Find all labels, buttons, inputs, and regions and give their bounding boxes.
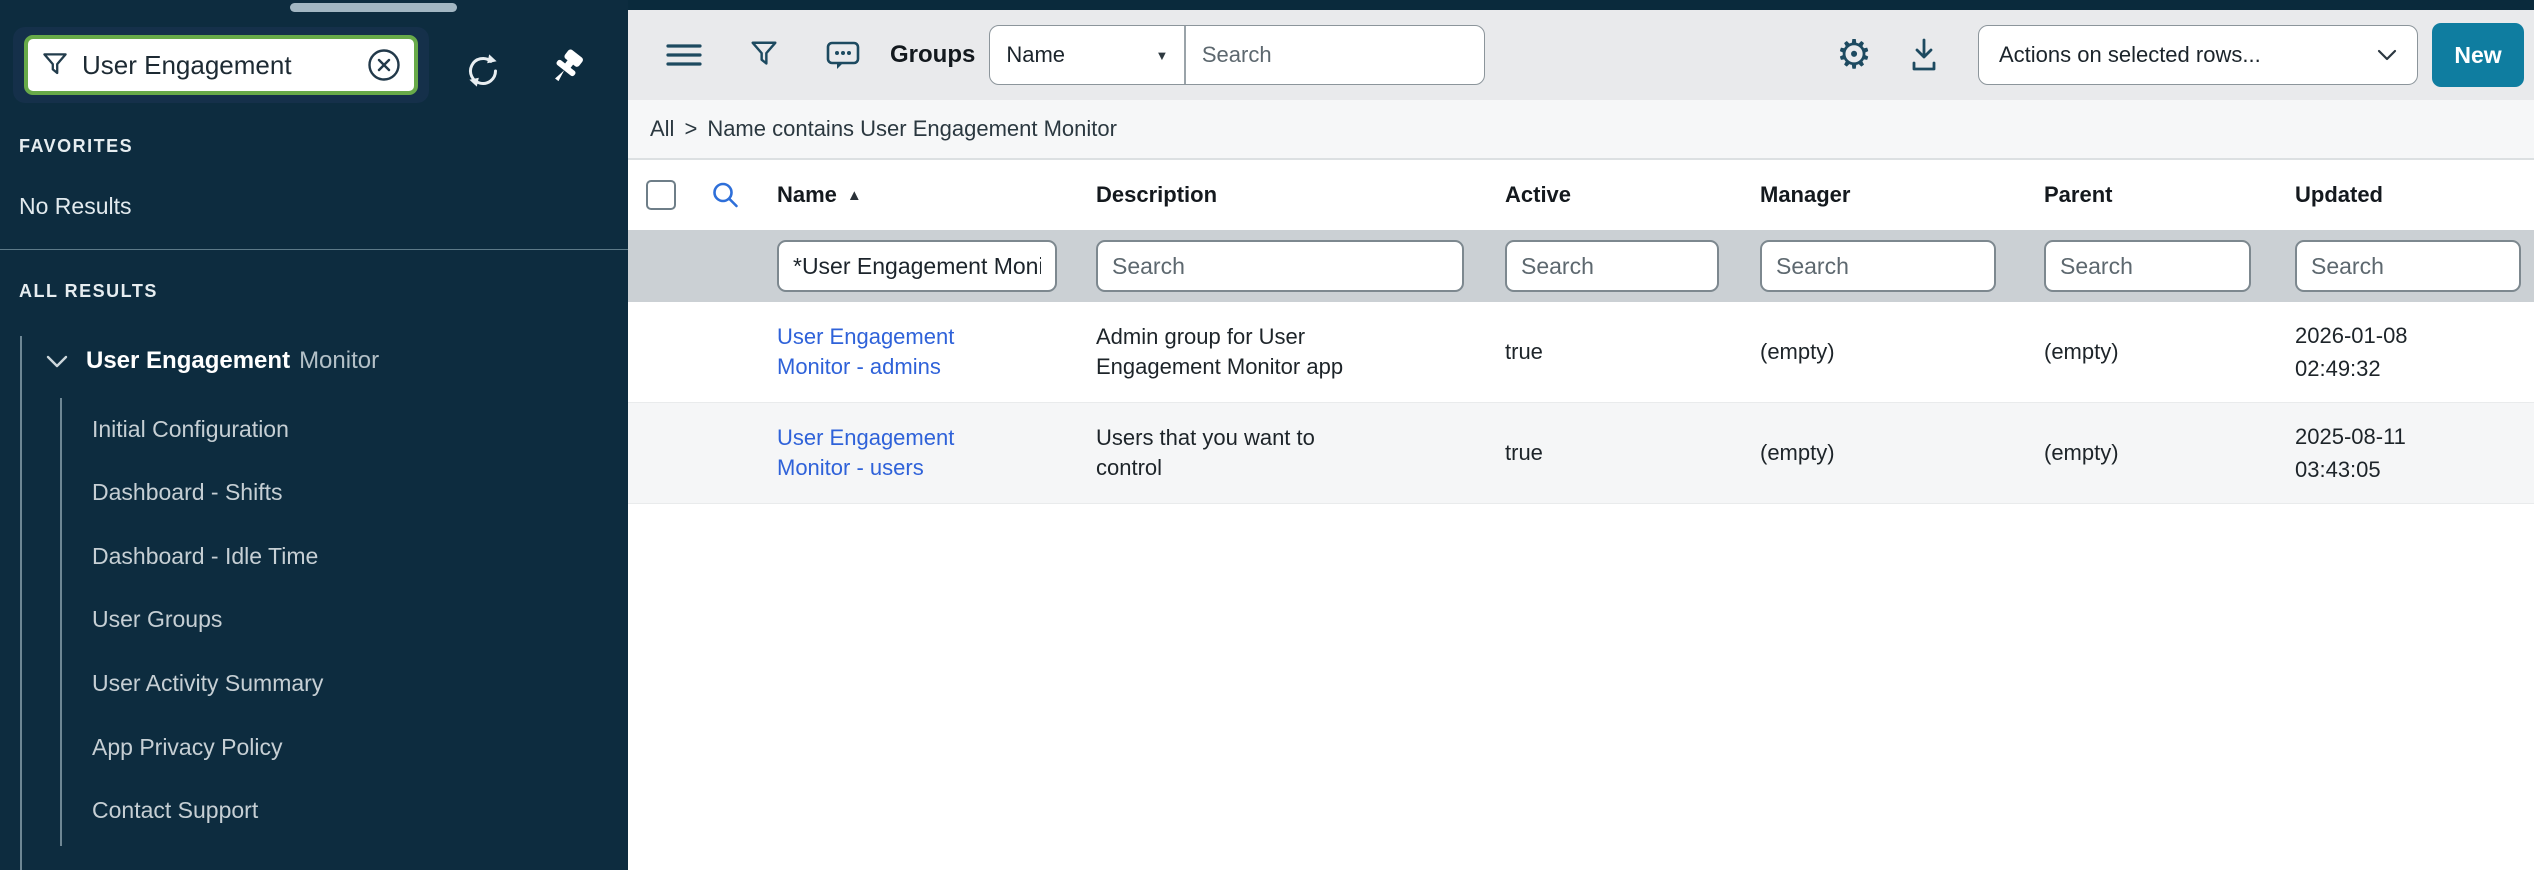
column-header-name[interactable]: Name ▲ xyxy=(777,182,1096,208)
sidebar-panel: FAVORITES No Results ALL RESULTS User En… xyxy=(0,0,628,870)
column-header-active[interactable]: Active xyxy=(1505,182,1760,208)
filter-input-description[interactable] xyxy=(1096,240,1464,292)
breadcrumb: All > Name contains User Engagement Moni… xyxy=(628,100,2534,160)
funnel-icon xyxy=(40,49,70,81)
table-row: User Engagement Monitor - admins Admin g… xyxy=(628,302,2534,403)
select-all-checkbox[interactable] xyxy=(646,180,676,210)
favorites-empty-text: No Results xyxy=(19,193,131,220)
group-name-link[interactable]: User Engagement Monitor - users xyxy=(777,423,992,482)
filter-input-name[interactable] xyxy=(777,240,1057,292)
sidebar-item-dashboard-idle-time[interactable]: Dashboard - Idle Time xyxy=(92,543,318,570)
list-search-input[interactable] xyxy=(1186,42,1485,68)
scrollbar-thumb[interactable] xyxy=(290,3,457,12)
breadcrumb-filter-condition[interactable]: Name contains User Engagement Monitor xyxy=(707,116,1117,142)
sidebar-divider xyxy=(0,249,628,250)
sidebar-item-initial-configuration[interactable]: Initial Configuration xyxy=(92,416,289,443)
filter-input-active[interactable] xyxy=(1505,240,1719,292)
list-search-combo: Name ▼ xyxy=(989,25,1485,85)
group-active: true xyxy=(1505,440,1760,466)
column-header-updated[interactable]: Updated xyxy=(2295,182,2534,208)
list-view-panel: Groups Name ▼ ⚙ Actions on selected rows… xyxy=(628,0,2534,870)
group-manager: (empty) xyxy=(1760,440,2044,466)
group-manager: (empty) xyxy=(1760,339,2044,365)
group-description: Users that you want to control xyxy=(1096,423,1356,482)
group-description: Admin group for User Engagement Monitor … xyxy=(1096,322,1356,381)
app-name-rest: Monitor xyxy=(299,347,379,374)
breadcrumb-separator: > xyxy=(684,116,697,142)
tree-guide-line-children xyxy=(60,398,62,846)
filter-input-manager[interactable] xyxy=(1760,240,1996,292)
column-header-parent[interactable]: Parent xyxy=(2044,182,2295,208)
sidebar-item-app-privacy-policy[interactable]: App Privacy Policy xyxy=(92,734,282,761)
page-title: Groups xyxy=(890,41,975,69)
sidebar-search-container xyxy=(13,27,429,103)
sidebar-item-dashboard-shifts[interactable]: Dashboard - Shifts xyxy=(92,479,282,506)
search-field-selector[interactable]: Name ▼ xyxy=(990,42,1184,68)
group-parent: (empty) xyxy=(2044,339,2295,365)
refresh-icon[interactable] xyxy=(462,50,504,97)
caret-down-icon: ▼ xyxy=(1155,48,1168,63)
chevron-down-icon[interactable] xyxy=(46,354,68,369)
group-parent: (empty) xyxy=(2044,440,2295,466)
group-updated: 2026-01-08 02:49:32 xyxy=(2295,319,2445,385)
app-name-match: User Engagement xyxy=(86,347,290,374)
sidebar-item-user-engagement-monitor[interactable]: User Engagement Monitor xyxy=(46,347,379,375)
table-header-row: Name ▲ Description Active Manager Parent… xyxy=(628,160,2534,230)
search-icon[interactable] xyxy=(710,180,777,210)
all-results-header: ALL RESULTS xyxy=(19,281,158,302)
chevron-down-icon xyxy=(2377,49,2397,62)
top-border-strip xyxy=(628,0,2534,10)
chat-icon[interactable] xyxy=(824,37,862,73)
sidebar-search-input[interactable] xyxy=(80,49,356,82)
download-icon[interactable] xyxy=(1906,36,1942,74)
group-updated: 2025-08-11 03:43:05 xyxy=(2295,420,2445,486)
favorites-header: FAVORITES xyxy=(19,136,133,157)
pin-icon[interactable] xyxy=(543,45,589,96)
filter-input-updated[interactable] xyxy=(2295,240,2521,292)
search-field-selector-value: Name xyxy=(1006,42,1065,68)
table-row: User Engagement Monitor - users Users th… xyxy=(628,403,2534,504)
actions-dropdown[interactable]: Actions on selected rows... xyxy=(1978,25,2418,85)
actions-dropdown-label: Actions on selected rows... xyxy=(1999,42,2261,68)
column-filter-row xyxy=(628,230,2534,302)
breadcrumb-all-link[interactable]: All xyxy=(650,116,674,142)
sidebar-search-field[interactable] xyxy=(24,35,418,95)
group-active: true xyxy=(1505,339,1760,365)
gear-icon[interactable]: ⚙ xyxy=(1836,35,1872,75)
column-header-description[interactable]: Description xyxy=(1096,182,1505,208)
list-toolbar: Groups Name ▼ ⚙ Actions on selected rows… xyxy=(628,10,2534,100)
filter-icon[interactable] xyxy=(748,38,780,72)
sidebar-item-user-activity-summary[interactable]: User Activity Summary xyxy=(92,670,323,697)
sidebar-item-user-groups[interactable]: User Groups xyxy=(92,606,222,633)
filter-input-parent[interactable] xyxy=(2044,240,2251,292)
column-header-manager[interactable]: Manager xyxy=(1760,182,2044,208)
sort-ascending-icon: ▲ xyxy=(847,187,862,204)
tree-guide-line-root xyxy=(20,336,22,870)
group-name-link[interactable]: User Engagement Monitor - admins xyxy=(777,322,992,381)
new-button[interactable]: New xyxy=(2432,23,2524,87)
sidebar-item-contact-support[interactable]: Contact Support xyxy=(92,797,258,824)
list-menu-icon[interactable] xyxy=(666,43,702,67)
clear-search-icon[interactable] xyxy=(366,47,402,83)
